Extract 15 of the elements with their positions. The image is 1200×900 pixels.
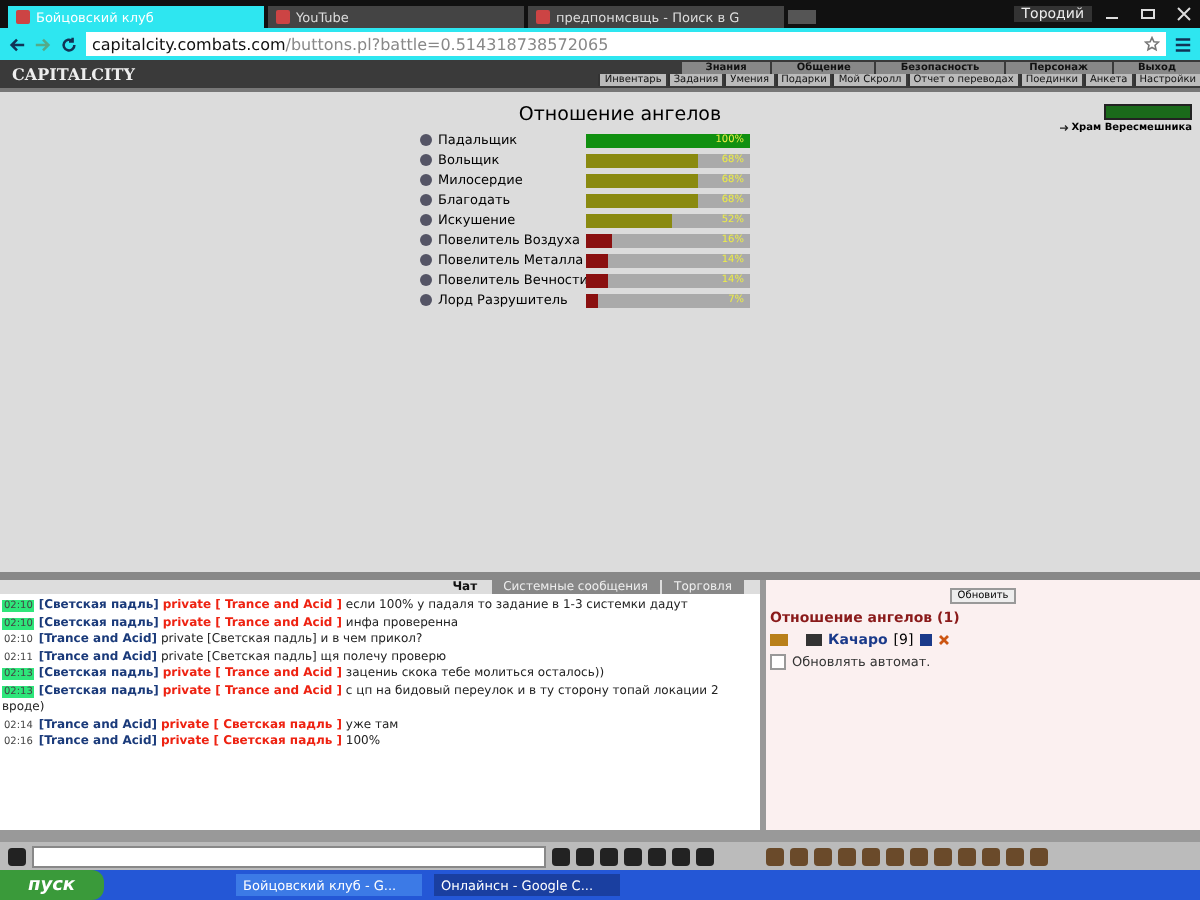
address-field[interactable]: capitalcity.combats.com/buttons.pl?battle=0.514318738572065	[86, 32, 1166, 56]
checkbox[interactable]	[770, 654, 786, 670]
health-bar	[1104, 104, 1192, 120]
close-button[interactable]	[1174, 6, 1194, 22]
maximize-button[interactable]	[1138, 6, 1158, 22]
close-icon[interactable]	[937, 634, 950, 646]
chat-input[interactable]	[32, 845, 546, 867]
back-button[interactable]	[8, 35, 26, 53]
reload-button[interactable]	[60, 35, 78, 53]
section-title: Отношение ангелов	[516, 104, 724, 126]
menu-icon[interactable]	[1174, 35, 1192, 53]
start-button[interactable]: пуск	[0, 870, 104, 900]
bookmark-star-icon[interactable]	[1144, 36, 1160, 52]
arrow-icon	[1059, 124, 1070, 132]
game-logo: CAPITALCITY	[10, 64, 137, 84]
